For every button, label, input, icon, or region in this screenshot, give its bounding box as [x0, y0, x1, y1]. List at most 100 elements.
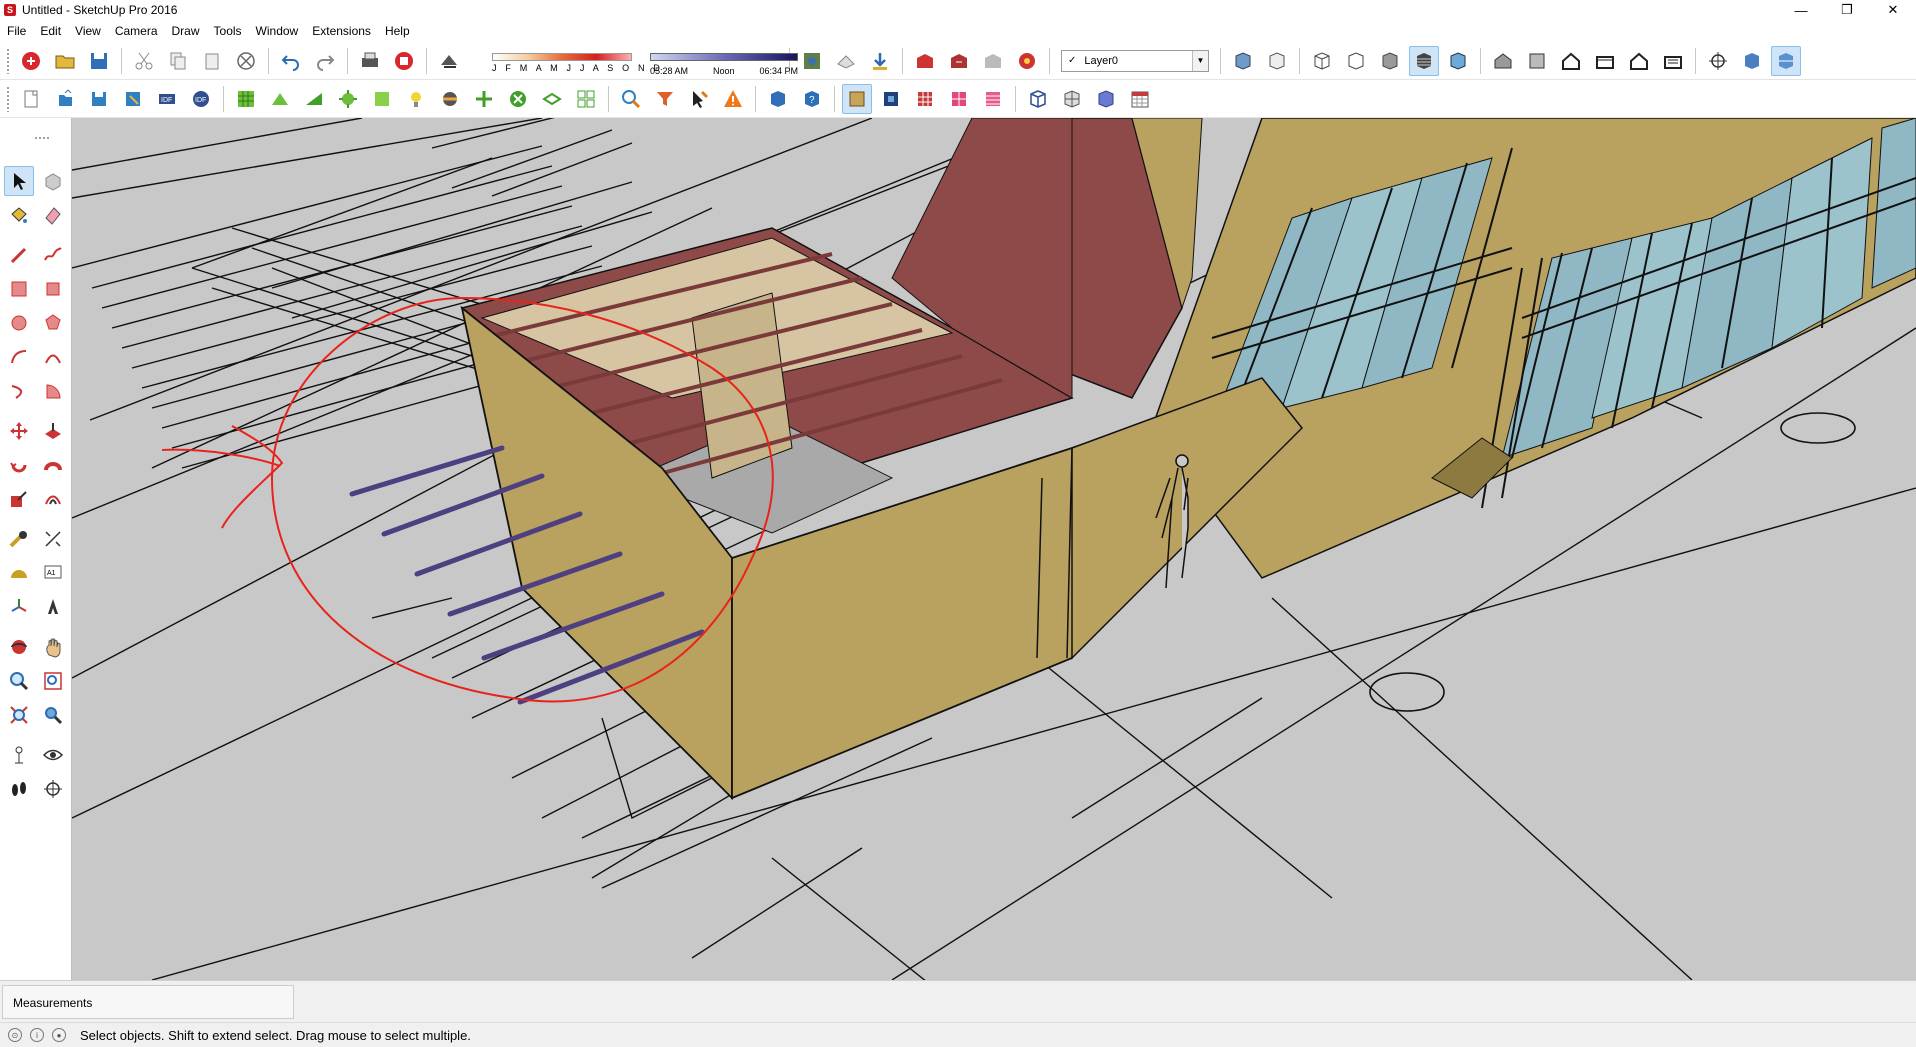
move-icon[interactable]: [4, 416, 34, 446]
polygon-icon[interactable]: [38, 308, 68, 338]
credits-status-icon[interactable]: i: [30, 1028, 44, 1042]
import-idf-icon[interactable]: IDF: [152, 84, 182, 114]
eraser-icon[interactable]: [38, 200, 68, 230]
new-shading-icon[interactable]: [333, 84, 363, 114]
rotated-rectangle-icon[interactable]: [38, 274, 68, 304]
menu-edit[interactable]: Edit: [33, 24, 68, 38]
space-icon[interactable]: [1091, 84, 1121, 114]
wireframe-style-icon[interactable]: [1307, 46, 1337, 76]
share-component-icon[interactable]: [978, 46, 1008, 76]
top-view-icon[interactable]: [1522, 46, 1552, 76]
previous-view-icon[interactable]: [38, 700, 68, 730]
shadows-toggle-icon[interactable]: [434, 46, 464, 76]
home-icon[interactable]: [1556, 46, 1586, 76]
measurements-box[interactable]: Measurements: [2, 985, 294, 1019]
shadow-settings[interactable]: J F M A M J J A S O N D 05:28 AM Noon 06…: [470, 45, 798, 77]
menu-extensions[interactable]: Extensions: [305, 24, 378, 38]
menu-window[interactable]: Window: [249, 24, 306, 38]
arc-icon[interactable]: [4, 342, 34, 372]
model-scene[interactable]: [72, 118, 1916, 980]
zoom-window-icon[interactable]: [38, 666, 68, 696]
new-file-icon[interactable]: [16, 46, 46, 76]
two-point-arc-icon[interactable]: [38, 342, 68, 372]
look-around-icon[interactable]: [38, 740, 68, 770]
3d-text-icon[interactable]: [38, 592, 68, 622]
filter-icon[interactable]: [650, 84, 680, 114]
new-daylighting-icon[interactable]: [401, 84, 431, 114]
import-terrain-icon[interactable]: [865, 46, 895, 76]
circle-icon[interactable]: [4, 308, 34, 338]
shaded-style-icon[interactable]: [1375, 46, 1405, 76]
iso-view-icon[interactable]: [1488, 46, 1518, 76]
menu-tools[interactable]: Tools: [207, 24, 249, 38]
layer-dropdown[interactable]: ✓ Layer0 ▼: [1061, 49, 1209, 72]
save-idf-icon[interactable]: [84, 84, 114, 114]
shaded-textures-style-icon[interactable]: [1409, 45, 1439, 76]
rectangle-icon[interactable]: [4, 274, 34, 304]
warning-icon[interactable]: [718, 84, 748, 114]
close-icon[interactable]: ✕: [1870, 0, 1916, 20]
three-point-arc-icon[interactable]: [4, 376, 34, 406]
menu-file[interactable]: File: [0, 24, 33, 38]
info-tool-icon[interactable]: [684, 84, 714, 114]
axes-icon[interactable]: [4, 592, 34, 622]
print-icon[interactable]: [355, 46, 385, 76]
save-icon[interactable]: [84, 46, 114, 76]
chevron-down-icon[interactable]: ▼: [1192, 50, 1208, 71]
help-icon[interactable]: ?: [797, 84, 827, 114]
toolbar-grip[interactable]: [34, 136, 50, 140]
new-subsurface-icon[interactable]: [299, 84, 329, 114]
modeling-viewport[interactable]: [72, 118, 1916, 980]
project-loose-geometry-icon[interactable]: [571, 84, 601, 114]
select-arrow-icon[interactable]: [4, 166, 34, 196]
render-by-construction-icon[interactable]: [842, 83, 872, 114]
restore-icon[interactable]: ❐: [1824, 0, 1870, 20]
monochrome-style-icon[interactable]: [1443, 46, 1473, 76]
render-by-data-value-icon[interactable]: [978, 84, 1008, 114]
geo-location-icon[interactable]: [797, 46, 827, 76]
add-location-icon[interactable]: [831, 46, 861, 76]
zoom-extents-icon[interactable]: [4, 700, 34, 730]
redo-icon[interactable]: [310, 46, 340, 76]
position-camera-icon[interactable]: [4, 740, 34, 770]
orbit-icon[interactable]: [4, 632, 34, 662]
push-pull-icon[interactable]: [38, 416, 68, 446]
new-idf-icon[interactable]: [16, 84, 46, 114]
display-section-planes-icon[interactable]: [1737, 46, 1767, 76]
walk-icon[interactable]: [4, 774, 34, 804]
rotate-icon[interactable]: [4, 450, 34, 480]
cut-icon[interactable]: [129, 46, 159, 76]
undo-icon[interactable]: [276, 46, 306, 76]
menu-draw[interactable]: Draw: [165, 24, 207, 38]
user-status-icon[interactable]: ●: [52, 1028, 66, 1042]
section-plane-icon[interactable]: [1703, 46, 1733, 76]
time-slider[interactable]: [650, 52, 798, 61]
hide-all-icon[interactable]: [1057, 84, 1087, 114]
month-slider[interactable]: [492, 52, 632, 61]
inspector-search-icon[interactable]: [616, 84, 646, 114]
tape-measure-icon[interactable]: [4, 524, 34, 554]
render-by-class-icon[interactable]: [763, 84, 793, 114]
paste-icon[interactable]: [197, 46, 227, 76]
display-section-cuts-icon[interactable]: [1771, 45, 1801, 76]
hidden-line-style-icon[interactable]: [1341, 46, 1371, 76]
open-idf-icon[interactable]: [50, 84, 80, 114]
pan-hand-icon[interactable]: [38, 632, 68, 662]
follow-me-icon[interactable]: [38, 450, 68, 480]
new-luminaire-icon[interactable]: [469, 84, 499, 114]
menu-view[interactable]: View: [68, 24, 108, 38]
protractor-icon[interactable]: [4, 558, 34, 588]
erase-icon[interactable]: [231, 46, 261, 76]
new-space-type-icon[interactable]: [503, 84, 533, 114]
toolbar-grip[interactable]: [6, 47, 10, 74]
new-illuminance-map-icon[interactable]: [435, 84, 465, 114]
show-all-icon[interactable]: [1023, 84, 1053, 114]
new-surface-icon[interactable]: [265, 84, 295, 114]
zoom-icon[interactable]: [4, 666, 34, 696]
xray-style-icon[interactable]: [1228, 46, 1258, 76]
render-by-boundary-icon[interactable]: [876, 84, 906, 114]
scale-icon[interactable]: [4, 484, 34, 514]
menu-camera[interactable]: Camera: [108, 24, 165, 38]
save-as-idf-icon[interactable]: [118, 84, 148, 114]
render-by-surface-normal-icon[interactable]: [944, 84, 974, 114]
